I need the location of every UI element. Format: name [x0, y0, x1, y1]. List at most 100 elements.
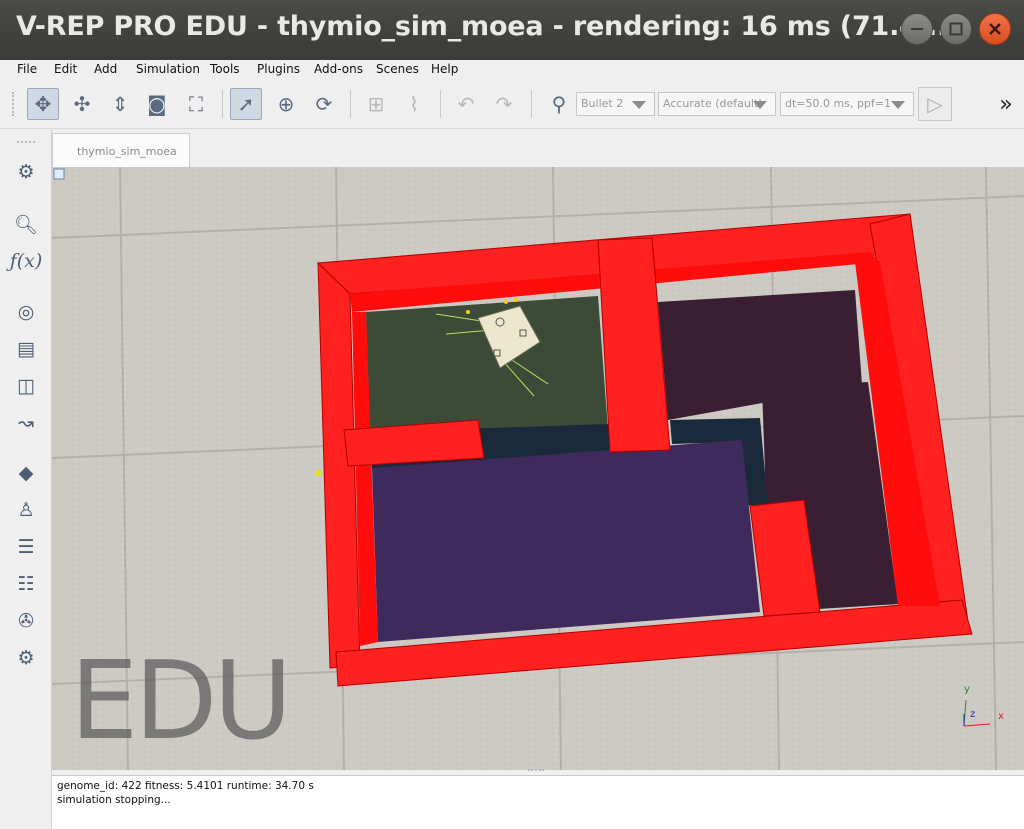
redo-button[interactable]: ↷ — [488, 88, 520, 120]
start-simulation-button[interactable]: ▷ — [918, 87, 952, 121]
menu-bar: File Edit Add Simulation Tools Plugins A… — [0, 60, 1024, 80]
menu-addons[interactable]: Add-ons — [314, 62, 363, 76]
transfer-dna-button[interactable]: ⌇ — [398, 88, 430, 120]
minimize-icon — [911, 28, 923, 30]
user-gear-icon: ⚙ — [17, 647, 35, 669]
layers-button[interactable]: ☷ — [10, 569, 42, 599]
console-line: simulation stopping... — [57, 794, 171, 806]
calculation-modules-button[interactable]: ƒ(x) — [9, 246, 43, 276]
menu-add[interactable]: Add — [94, 62, 117, 76]
maximize-button[interactable] — [940, 13, 972, 45]
play-icon: ▷ — [927, 92, 943, 116]
model-browser-button[interactable]: ♙ — [10, 495, 42, 525]
physics-engine-value: Bullet 2 — [581, 97, 624, 110]
camera-icon: ◙ — [147, 92, 167, 116]
dynamics-toggle-button[interactable]: ⚲ — [543, 88, 575, 120]
toolbar-separator — [350, 90, 351, 118]
script-document-icon: ▤ — [17, 338, 35, 360]
toolbar-grip[interactable] — [12, 92, 16, 116]
target-marker — [315, 470, 321, 476]
toolbar-separator — [222, 90, 223, 118]
select-cursor-icon: ➚ — [237, 92, 255, 116]
list-icon: ☰ — [17, 536, 35, 558]
chevron-down-icon — [891, 101, 905, 109]
object-shift-button[interactable]: ⊕ — [270, 88, 302, 120]
vertical-arrows-icon: ⇕ — [111, 92, 129, 116]
axis-x-label: x — [998, 711, 1004, 722]
menu-tools[interactable]: Tools — [210, 62, 240, 76]
path-edit-button[interactable]: ↝ — [10, 408, 42, 438]
camera-shift-button[interactable]: ⇕ — [104, 88, 136, 120]
assemble-button[interactable]: ⊞ — [360, 88, 392, 120]
time-step-value: dt=50.0 ms, ppf=1 — [785, 97, 891, 110]
console-line: genome_id: 422 fitness: 5.4101 runtime: … — [57, 780, 314, 792]
dynamics-pin-icon: ⚲ — [551, 92, 567, 116]
undo-icon: ↶ — [457, 92, 475, 116]
menu-help[interactable]: Help — [431, 62, 458, 76]
path-icon: ↝ — [18, 412, 34, 434]
shape-edit-button[interactable]: ◫ — [10, 371, 42, 401]
status-console: genome_id: 422 fitness: 5.4101 runtime: … — [52, 775, 1024, 829]
move-arrows-icon: ✥ — [34, 92, 52, 116]
sim-settings-gear-icon: ⚙ — [17, 161, 35, 183]
fit-view-icon: ⛶ — [189, 92, 203, 116]
menu-edit[interactable]: Edit — [54, 62, 77, 76]
left-toolbar: ⚙ 🔍︎ ƒ(x) ◎ ▤ ◫ ↝ ◆ ♙ ☰ ☷ ✇ ⚙ — [0, 129, 52, 828]
tab-thymio-sim-moea[interactable]: thymio_sim_moea — [52, 133, 190, 167]
undo-button[interactable]: ↶ — [450, 88, 482, 120]
window-title: V-REP PRO EDU - thymio_sim_moea - render… — [16, 11, 958, 42]
camera-angle-button[interactable]: ◙ — [141, 88, 173, 120]
time-step-select[interactable]: dt=50.0 ms, ppf=1 — [780, 92, 914, 116]
dna-icon: ⌇ — [409, 92, 419, 116]
click-select-button[interactable]: ➚ — [230, 88, 262, 120]
chevron-down-icon — [632, 101, 646, 109]
close-button[interactable] — [979, 13, 1011, 45]
dynamics-accuracy-select[interactable]: Accurate (default) — [658, 92, 776, 116]
selection-button[interactable]: ◆ — [10, 458, 42, 488]
main-toolbar: ✥ ✣ ⇕ ◙ ⛶ ➚ ⊕ ⟳ ⊞ ⌇ ↶ ↷ ⚲ Bullet 2 Accur… — [0, 80, 1024, 129]
video-recorder-button[interactable]: ✇ — [10, 606, 42, 636]
cube-icon: ◫ — [17, 375, 35, 397]
menu-plugins[interactable]: Plugins — [257, 62, 300, 76]
chevron-down-icon — [753, 101, 767, 109]
physics-engine-select[interactable]: Bullet 2 — [576, 92, 655, 116]
scripts-button[interactable]: ▤ — [10, 334, 42, 364]
assemble-icon: ⊞ — [367, 92, 385, 116]
redo-icon: ↷ — [495, 92, 513, 116]
toolbar-overflow-button[interactable]: » — [990, 88, 1022, 120]
object-rotate-icon: ⟳ — [315, 92, 333, 116]
camera-pan-button[interactable]: ✥ — [27, 88, 59, 120]
fit-to-view-button[interactable]: ⛶ — [180, 88, 212, 120]
camera-rotate-button[interactable]: ✣ — [66, 88, 98, 120]
scene-object-properties-button[interactable]: ☰ — [10, 532, 42, 562]
rotate-arrows-icon: ✣ — [73, 92, 91, 116]
function-icon: ƒ(x) — [9, 250, 43, 272]
layers-icon: ☷ — [17, 573, 35, 595]
toolbar-grip[interactable] — [17, 141, 35, 145]
menu-simulation[interactable]: Simulation — [136, 62, 200, 76]
object-rotate-button[interactable]: ⟳ — [308, 88, 340, 120]
scene-hierarchy-button[interactable]: 🔍︎ — [10, 209, 42, 239]
scene-tab-bar: thymio_sim_moea — [52, 129, 1024, 167]
simulation-settings-button[interactable]: ⚙ — [10, 157, 42, 187]
maximize-icon — [949, 22, 963, 36]
toolbar-separator — [440, 90, 441, 118]
edu-watermark: EDU — [70, 639, 292, 764]
objects-select-icon: ◆ — [18, 462, 34, 484]
scene-viewport[interactable]: EDU y z x — [52, 167, 1024, 770]
robot-figure-icon: ♙ — [17, 499, 35, 521]
collections-button[interactable]: ◎ — [10, 297, 42, 327]
film-reel-icon: ✇ — [18, 610, 34, 632]
menu-file[interactable]: File — [17, 62, 37, 76]
magnifier-icon: 🔍︎ — [13, 213, 39, 236]
view-selector-button[interactable] — [53, 168, 65, 180]
floor-purple — [372, 440, 760, 642]
close-icon — [989, 23, 1001, 35]
object-move-icon: ⊕ — [277, 92, 295, 116]
menu-scenes[interactable]: Scenes — [376, 62, 419, 76]
toolbar-separator — [531, 90, 532, 118]
minimize-button[interactable] — [901, 13, 933, 45]
more-icon: » — [999, 91, 1013, 117]
title-bar: V-REP PRO EDU - thymio_sim_moea - render… — [0, 0, 1024, 60]
user-settings-button[interactable]: ⚙ — [10, 643, 42, 673]
